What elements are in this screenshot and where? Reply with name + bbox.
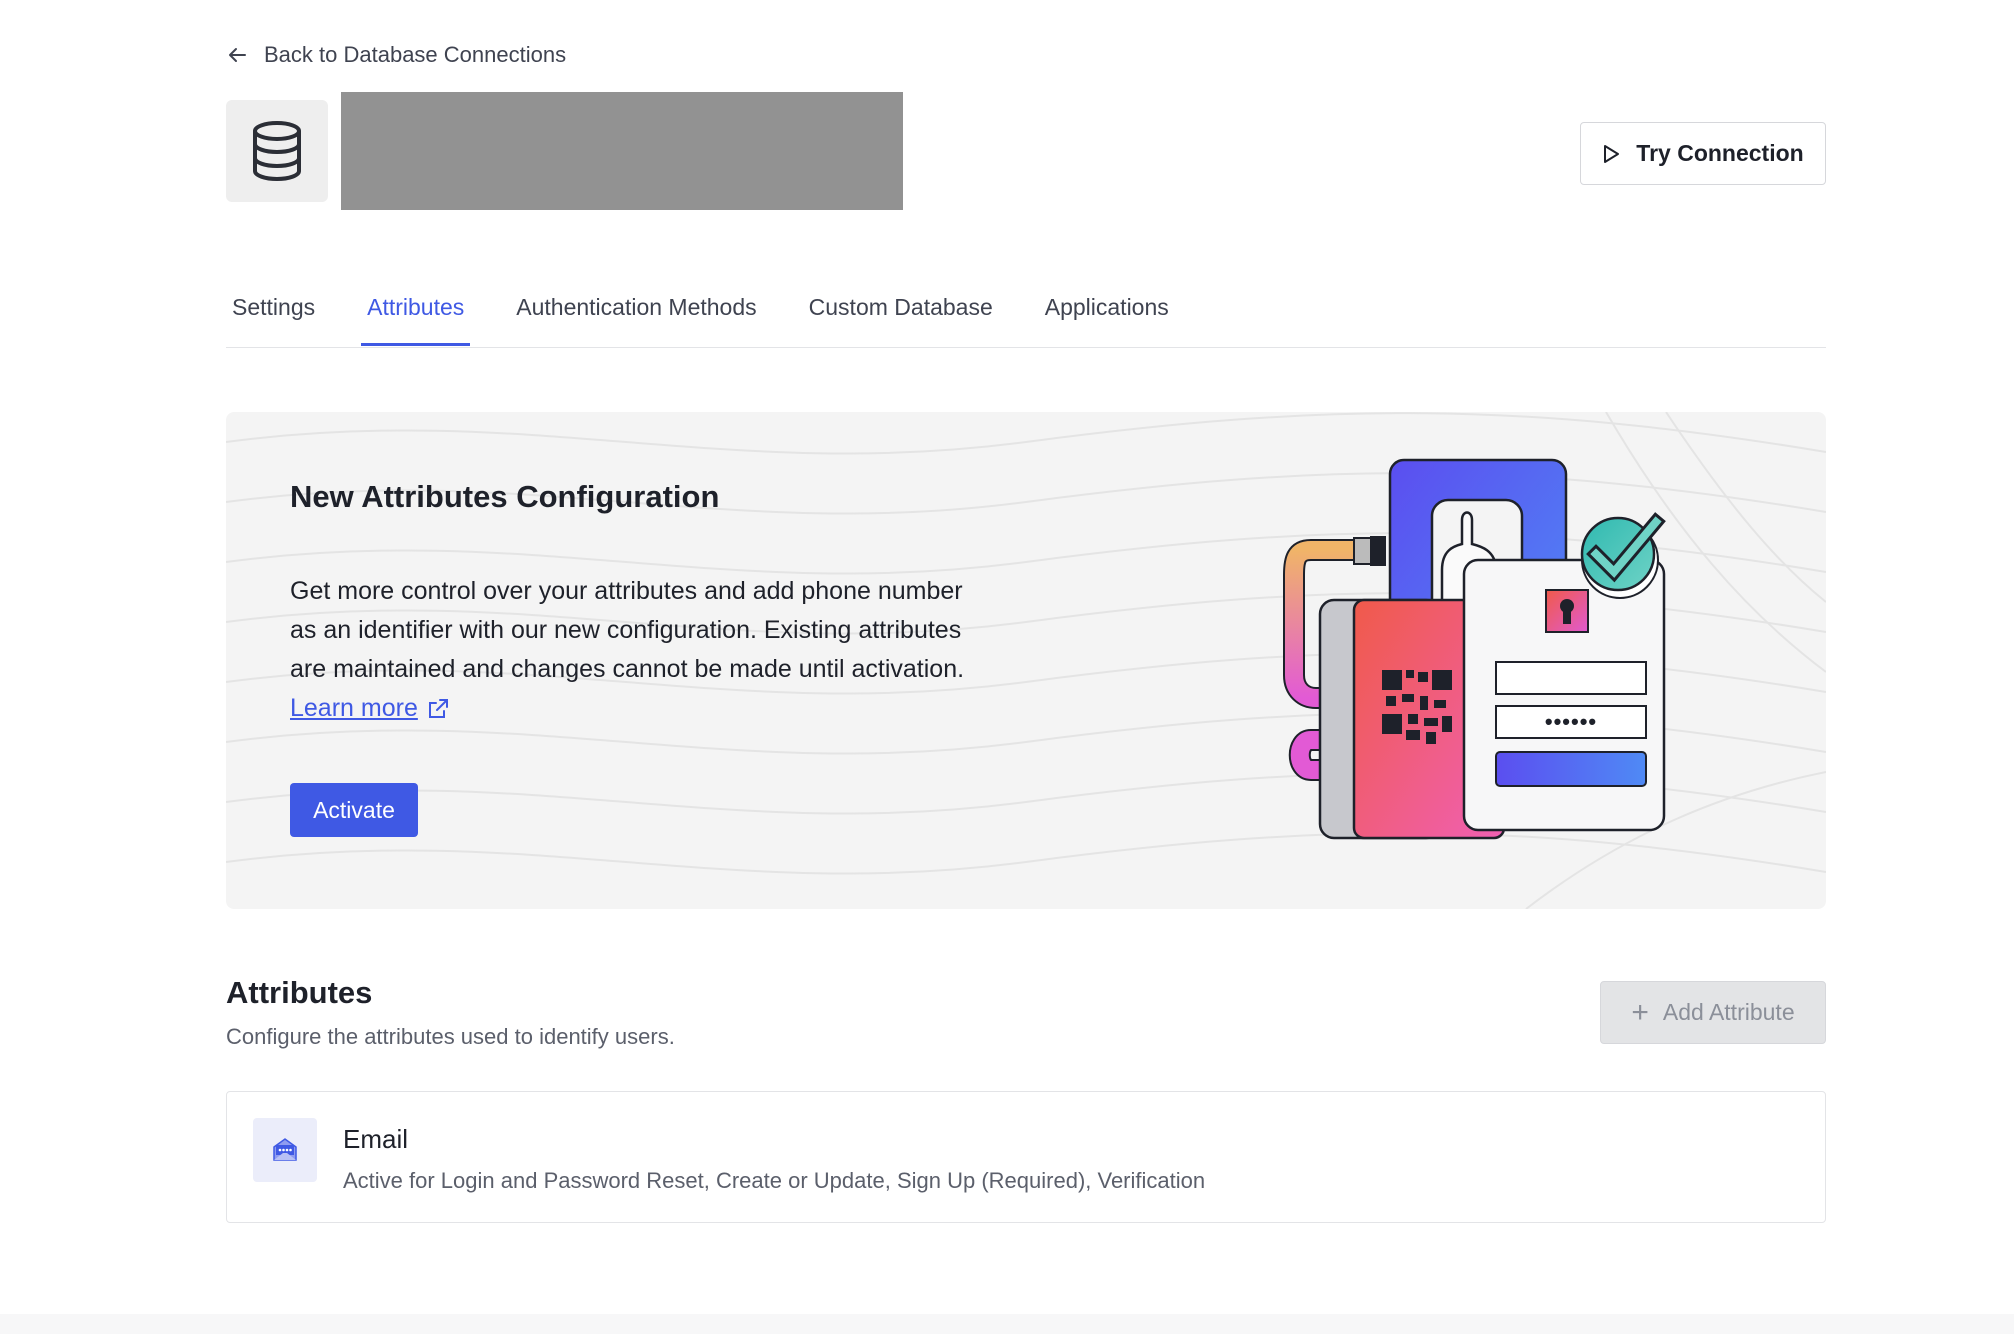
back-link[interactable]: Back to Database Connections <box>226 42 566 68</box>
learn-more-label: Learn more <box>290 694 418 722</box>
new-attributes-banner: New Attributes Configuration Get more co… <box>226 412 1826 909</box>
attribute-description: Active for Login and Password Reset, Cre… <box>343 1168 1206 1193</box>
plus-icon: + <box>1631 995 1649 1029</box>
tab-settings[interactable]: Settings <box>226 280 321 345</box>
tab-attributes[interactable]: Attributes <box>361 280 471 346</box>
database-icon <box>253 121 301 182</box>
attribute-name: Email <box>343 1124 409 1154</box>
banner-description-line: are maintained and changes cannot be mad… <box>290 655 965 683</box>
tab-applications[interactable]: Applications <box>1039 280 1175 345</box>
redacted-connection-name <box>341 92 903 210</box>
footer-band <box>0 1314 2014 1334</box>
page: Back to Database Connections Try Connect… <box>0 0 2014 1334</box>
banner-description-line: Get more control over your attributes an… <box>290 577 963 605</box>
attributes-section-title: Attributes <box>226 975 373 1010</box>
try-connection-label: Try Connection <box>1636 140 1804 166</box>
tab-authentication-methods[interactable]: Authentication Methods <box>510 280 762 345</box>
add-attribute-label: Add Attribute <box>1662 999 1795 1025</box>
learn-more-link[interactable]: Learn more <box>290 689 450 728</box>
play-icon <box>1604 144 1620 163</box>
attributes-section-subtitle: Configure the attributes used to identif… <box>226 1024 675 1049</box>
attribute-card-email[interactable]: Email Active for Login and Password Rese… <box>226 1091 1826 1223</box>
arrow-left-icon <box>229 48 246 62</box>
connection-avatar <box>226 100 328 202</box>
illustration-password-mask: •••••• <box>1545 709 1597 734</box>
attribute-icon-tile <box>253 1118 317 1182</box>
email-icon <box>273 1138 297 1161</box>
activate-button[interactable]: Activate <box>290 783 418 837</box>
banner-title: New Attributes Configuration <box>290 479 720 514</box>
external-link-icon <box>428 698 448 718</box>
tab-bar: Settings Attributes Authentication Metho… <box>226 280 1826 348</box>
banner-description: Get more control over your attributes an… <box>290 572 1050 728</box>
tab-custom-database[interactable]: Custom Database <box>803 280 999 345</box>
banner-description-line: as an identifier with our new configurat… <box>290 616 962 644</box>
identity-security-illustration: •••••• <box>1283 458 1666 840</box>
try-connection-button[interactable]: Try Connection <box>1580 122 1826 185</box>
back-link-label: Back to Database Connections <box>264 42 567 67</box>
add-attribute-button[interactable]: + Add Attribute <box>1600 981 1826 1044</box>
